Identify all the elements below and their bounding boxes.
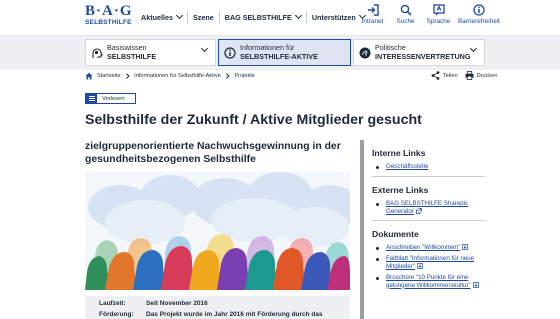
external-link-icon <box>415 207 422 214</box>
info-label: Förderung: <box>99 311 134 318</box>
dokumente-list: Anschreiben "Willkommen" Faltblatt "Info… <box>372 244 485 289</box>
audience-label: Basiswissen SELBSTHILFE <box>107 43 157 61</box>
audience-basiswissen[interactable]: Basiswissen SELBSTHILFE <box>85 39 216 66</box>
doc-anschreiben[interactable]: Anschreiben "Willkommen" <box>372 244 485 252</box>
logo-bottom-text: SELBSTHILFE <box>85 19 132 26</box>
political-icon <box>359 47 371 59</box>
language-button[interactable]: Sprache <box>422 4 455 25</box>
chevron-right-icon <box>224 73 230 79</box>
audience-selbsthilfe-aktive[interactable]: Informationen für SELBSTHILFE-AKTIVE <box>218 39 351 66</box>
share-icon <box>431 71 440 80</box>
breadcrumb-selbsthilfe-aktive[interactable]: Informationen für Selbsthilfe-Aktive <box>134 73 221 79</box>
breadcrumb-startseite[interactable]: Startseite <box>97 73 121 79</box>
nav-item-aktuelles[interactable]: Aktuelles <box>136 11 188 23</box>
download-icon <box>462 244 469 251</box>
chevron-right-icon <box>123 73 129 79</box>
info-row-foerderung: Förderung: Das Projekt wurde im Jahr 201… <box>99 309 350 319</box>
link-label: Faltblatt "Informationen für neue Mitgli… <box>386 255 475 270</box>
sidebar-heading-interne-links: Interne Links <box>372 148 426 158</box>
vorlesen-button[interactable]: Vorlesen <box>85 93 136 104</box>
printer-icon <box>465 71 474 80</box>
login-icon <box>367 4 379 16</box>
divider <box>372 220 485 222</box>
main-navigation: Aktuelles Szene BAG SELBSTHILFE Unterstü… <box>136 11 370 23</box>
download-icon <box>417 263 423 269</box>
info-icon <box>224 46 236 59</box>
audience-politische-interessenvertretung[interactable]: Politische INTERESSENVERTRETUNG <box>353 39 485 66</box>
info-icon <box>473 4 485 16</box>
chevron-down-icon <box>469 44 478 53</box>
link-label: Broschüre "10 Punkte für eine gelungene … <box>386 273 471 289</box>
print-label: Drucken <box>476 72 498 79</box>
audience-line2: SELBSTHILFE <box>107 51 157 61</box>
language-icon <box>432 4 445 16</box>
audience-bar: Basiswissen SELBSTHILFE Informationen für… <box>0 36 560 70</box>
nav-item-szene[interactable]: Szene <box>188 11 220 23</box>
page-subtitle: zielgruppenorientierte Nachwuchsgewinnun… <box>85 141 341 165</box>
util-label: Intranet <box>361 18 384 25</box>
nav-label: Szene <box>192 12 214 22</box>
project-info-box: Laufzeit: Seit November 2016 Förderung: … <box>85 296 350 319</box>
logo-top-text: B·A·G <box>85 3 133 19</box>
info-value: Das Projekt wurde im Jahr 2016 mit Förde… <box>146 311 323 318</box>
download-icon <box>472 281 479 288</box>
chevron-down-icon <box>200 44 209 53</box>
nav-item-bag-selbsthilfe[interactable]: BAG SELBSTHILFE <box>220 11 307 23</box>
info-label: Laufzeit: <box>99 300 126 307</box>
util-label: Suche <box>396 18 415 25</box>
util-label: Barrierefreiheit <box>458 18 500 25</box>
nav-label: Aktuelles <box>141 12 173 22</box>
link-geschaeftsstelle[interactable]: Geschäftsstelle <box>372 163 485 171</box>
page-actions: Teilen Drucken <box>424 71 497 80</box>
utility-navigation: Intranet Suche Sprache Barrierefreiheit <box>356 4 503 25</box>
audience-line2: INTERESSENVERTRETUNG <box>375 51 471 61</box>
link-sharepic-generator[interactable]: BAG SELBSTHILFE Sharepic Generator <box>372 200 485 216</box>
accessibility-button[interactable]: Barrierefreiheit <box>455 4 503 25</box>
audience-label: Informationen für SELBSTHILFE-AKTIVE <box>240 43 318 61</box>
nav-label: Unterstützen <box>311 12 356 22</box>
nav-label: BAG SELBSTHILFE <box>224 12 292 22</box>
site-header: B·A·G SELBSTHILFE Aktuelles Szene BAG SE… <box>0 0 560 36</box>
share-label: Teilen <box>443 72 458 79</box>
doc-faltblatt[interactable]: Faltblatt "Informationen für neue Mitgli… <box>372 255 485 271</box>
sidebar-heading-externe-links: Externe Links <box>372 184 429 195</box>
externe-links-list: BAG SELBSTHILFE Sharepic Generator <box>372 200 485 216</box>
audience-line2: SELBSTHILFE-AKTIVE <box>240 51 318 61</box>
page-title: Selbsthilfe der Zukunft / Aktive Mitglie… <box>85 112 422 128</box>
intranet-button[interactable]: Intranet <box>356 4 389 25</box>
search-button[interactable]: Suche <box>389 4 422 25</box>
print-button[interactable]: Drucken <box>465 71 498 80</box>
home-icon <box>85 72 93 80</box>
vorlesen-label: Vorlesen <box>102 95 125 102</box>
interne-links-list: Geschäftsstelle <box>372 163 485 171</box>
info-row-laufzeit: Laufzeit: Seit November 2016 <box>99 298 350 309</box>
breadcrumb: Startseite Informationen für Selbsthilfe… <box>85 72 255 80</box>
share-button[interactable]: Teilen <box>431 71 458 80</box>
search-icon <box>400 4 412 16</box>
divider <box>372 175 485 177</box>
chevron-down-icon <box>175 11 184 20</box>
sidebar: Interne Links Geschäftsstelle Externe Li… <box>360 140 485 319</box>
doc-broschuere[interactable]: Broschüre "10 Punkte für eine gelungene … <box>372 274 485 290</box>
bag-selbsthilfe-logo[interactable]: B·A·G SELBSTHILFE <box>85 3 133 32</box>
info-value: Seit November 2016 <box>146 300 208 307</box>
head-icon <box>91 47 103 59</box>
sidebar-heading-dokumente: Dokumente <box>372 229 419 240</box>
link-label: Anschreiben "Willkommen" <box>386 244 461 252</box>
util-label: Sprache <box>426 18 451 25</box>
chevron-down-icon <box>294 11 302 20</box>
breadcrumb-projekte[interactable]: Projekte <box>234 73 255 79</box>
menu-icon <box>86 94 97 103</box>
link-label: BAG SELBSTHILFE Sharepic Generator <box>386 199 469 215</box>
audience-label: Politische INTERESSENVERTRETUNG <box>375 43 471 61</box>
hero-image <box>85 172 350 290</box>
